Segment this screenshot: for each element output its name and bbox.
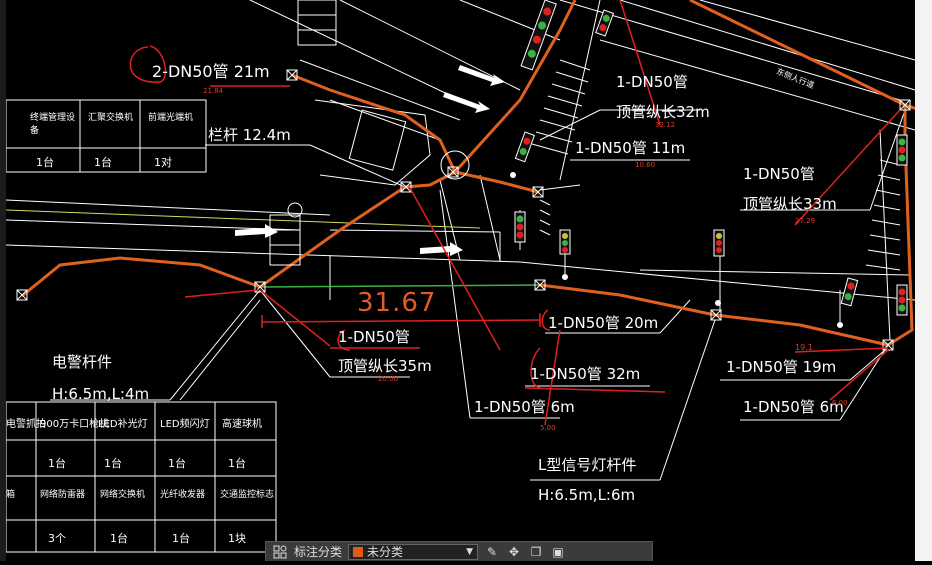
chevron-down-icon: ▼ bbox=[466, 546, 474, 557]
table-cell: LED补光灯 bbox=[98, 419, 148, 430]
dim-small-2: 19.1 bbox=[795, 343, 813, 352]
label-pole-1: 电警杆件 bbox=[52, 353, 113, 371]
category-icon[interactable] bbox=[272, 544, 288, 560]
table-cell: 3个 bbox=[48, 532, 66, 545]
label-pipe-4: 1-DN50管 bbox=[743, 165, 815, 183]
table-cell: 1台 bbox=[48, 457, 66, 470]
cad-drawing-canvas[interactable]: 2-DN50管 21m 21.84 栏杆 12.4m 1-DN50管 顶管纵长3… bbox=[0, 0, 932, 561]
label-pole-2: L型信号灯杆件 bbox=[538, 456, 637, 474]
label-railing: 栏杆 12.4m bbox=[208, 126, 291, 144]
left-edge-panel bbox=[0, 0, 6, 561]
category-color-swatch bbox=[353, 546, 364, 557]
table-cell: 1台 bbox=[228, 457, 246, 470]
dropdown-selected: 未分类 bbox=[367, 545, 404, 559]
edit-icon[interactable]: ✎ bbox=[484, 544, 500, 560]
copy-icon[interactable]: ❐ bbox=[528, 544, 544, 560]
table-cell: 网络交换机 bbox=[100, 490, 146, 500]
measure-line bbox=[259, 284, 541, 288]
label-jacking-2: 顶管纵长33m bbox=[743, 195, 837, 213]
toolbar-label: 标注分类 bbox=[294, 545, 343, 559]
label-pipe-7: 1-DN50管 32m bbox=[530, 365, 641, 383]
table-header-cell: 汇聚交换机 bbox=[88, 113, 134, 123]
table-cell: 光纤收发器 bbox=[160, 490, 206, 500]
table-cell: 高速球机 bbox=[222, 419, 262, 430]
dim-small-4: 32.12 bbox=[655, 121, 676, 129]
table-header-cell: 前端光端机 bbox=[148, 113, 194, 123]
annotation-toolbar: 标注分类 未分类 ▼ ✎ ✥ ❐ ▣ bbox=[265, 541, 653, 561]
label-jacking-1: 顶管纵长32m bbox=[616, 103, 710, 121]
table-cell: 1台 bbox=[172, 532, 190, 545]
label-pipe-1: 2-DN50管 21m bbox=[152, 62, 270, 81]
table-header-cell: 终端管理设备 bbox=[30, 113, 76, 136]
table-cell: 1台 bbox=[36, 156, 54, 169]
label-pipe-6: 1-DN50管 20m bbox=[548, 314, 659, 332]
table-cell: 1台 bbox=[110, 532, 128, 545]
dimension-value: 31.67 bbox=[357, 288, 437, 318]
table-cell: 1块 bbox=[228, 532, 246, 545]
label-pole-2-dims: H:6.5m,L:6m bbox=[538, 486, 636, 504]
lane-line bbox=[5, 209, 481, 229]
dim-small-3: 27.29 bbox=[795, 217, 816, 225]
table-cell: 1对 bbox=[154, 156, 172, 169]
table-cell: 箱 bbox=[6, 490, 16, 500]
label-pipe-10: 1-DN50管 6m bbox=[743, 398, 844, 416]
dim-small-6: 5.00 bbox=[540, 424, 556, 432]
table-cell: 1台 bbox=[168, 457, 186, 470]
traffic-lights bbox=[514, 0, 908, 316]
label-pipe-5: 1-DN50管 bbox=[338, 328, 410, 346]
dim-small-8: 10.60 bbox=[635, 161, 656, 169]
table-cell: 网络防雷器 bbox=[40, 490, 86, 500]
label-pipe-9: 1-DN50管 19m bbox=[726, 358, 837, 376]
label-jacking-3: 顶管纵长35m bbox=[338, 357, 432, 375]
table-cell: LED频闪灯 bbox=[160, 419, 210, 430]
category-dropdown[interactable]: 未分类 ▼ bbox=[348, 543, 479, 560]
dim-small-1: 21.84 bbox=[203, 87, 224, 95]
dim-small-5: 20.00 bbox=[378, 375, 399, 383]
label-pole-1-dims: H:6.5m,L:4m bbox=[52, 385, 150, 403]
move-icon[interactable]: ✥ bbox=[506, 544, 522, 560]
table-cell: 1台 bbox=[104, 457, 122, 470]
label-pipe-8: 1-DN50管 6m bbox=[474, 398, 575, 416]
table-cell: 交通监控标志 bbox=[220, 490, 275, 500]
dim-small-7: 6.00 bbox=[832, 399, 848, 407]
label-pipe-2: 1-DN50管 bbox=[616, 73, 688, 91]
table-cell: 1台 bbox=[94, 156, 112, 169]
label-pipe-3: 1-DN50管 11m bbox=[575, 139, 686, 157]
vertical-scrollbar[interactable] bbox=[915, 0, 932, 561]
cad-drawing bbox=[5, 0, 921, 553]
paste-icon[interactable]: ▣ bbox=[550, 544, 566, 560]
